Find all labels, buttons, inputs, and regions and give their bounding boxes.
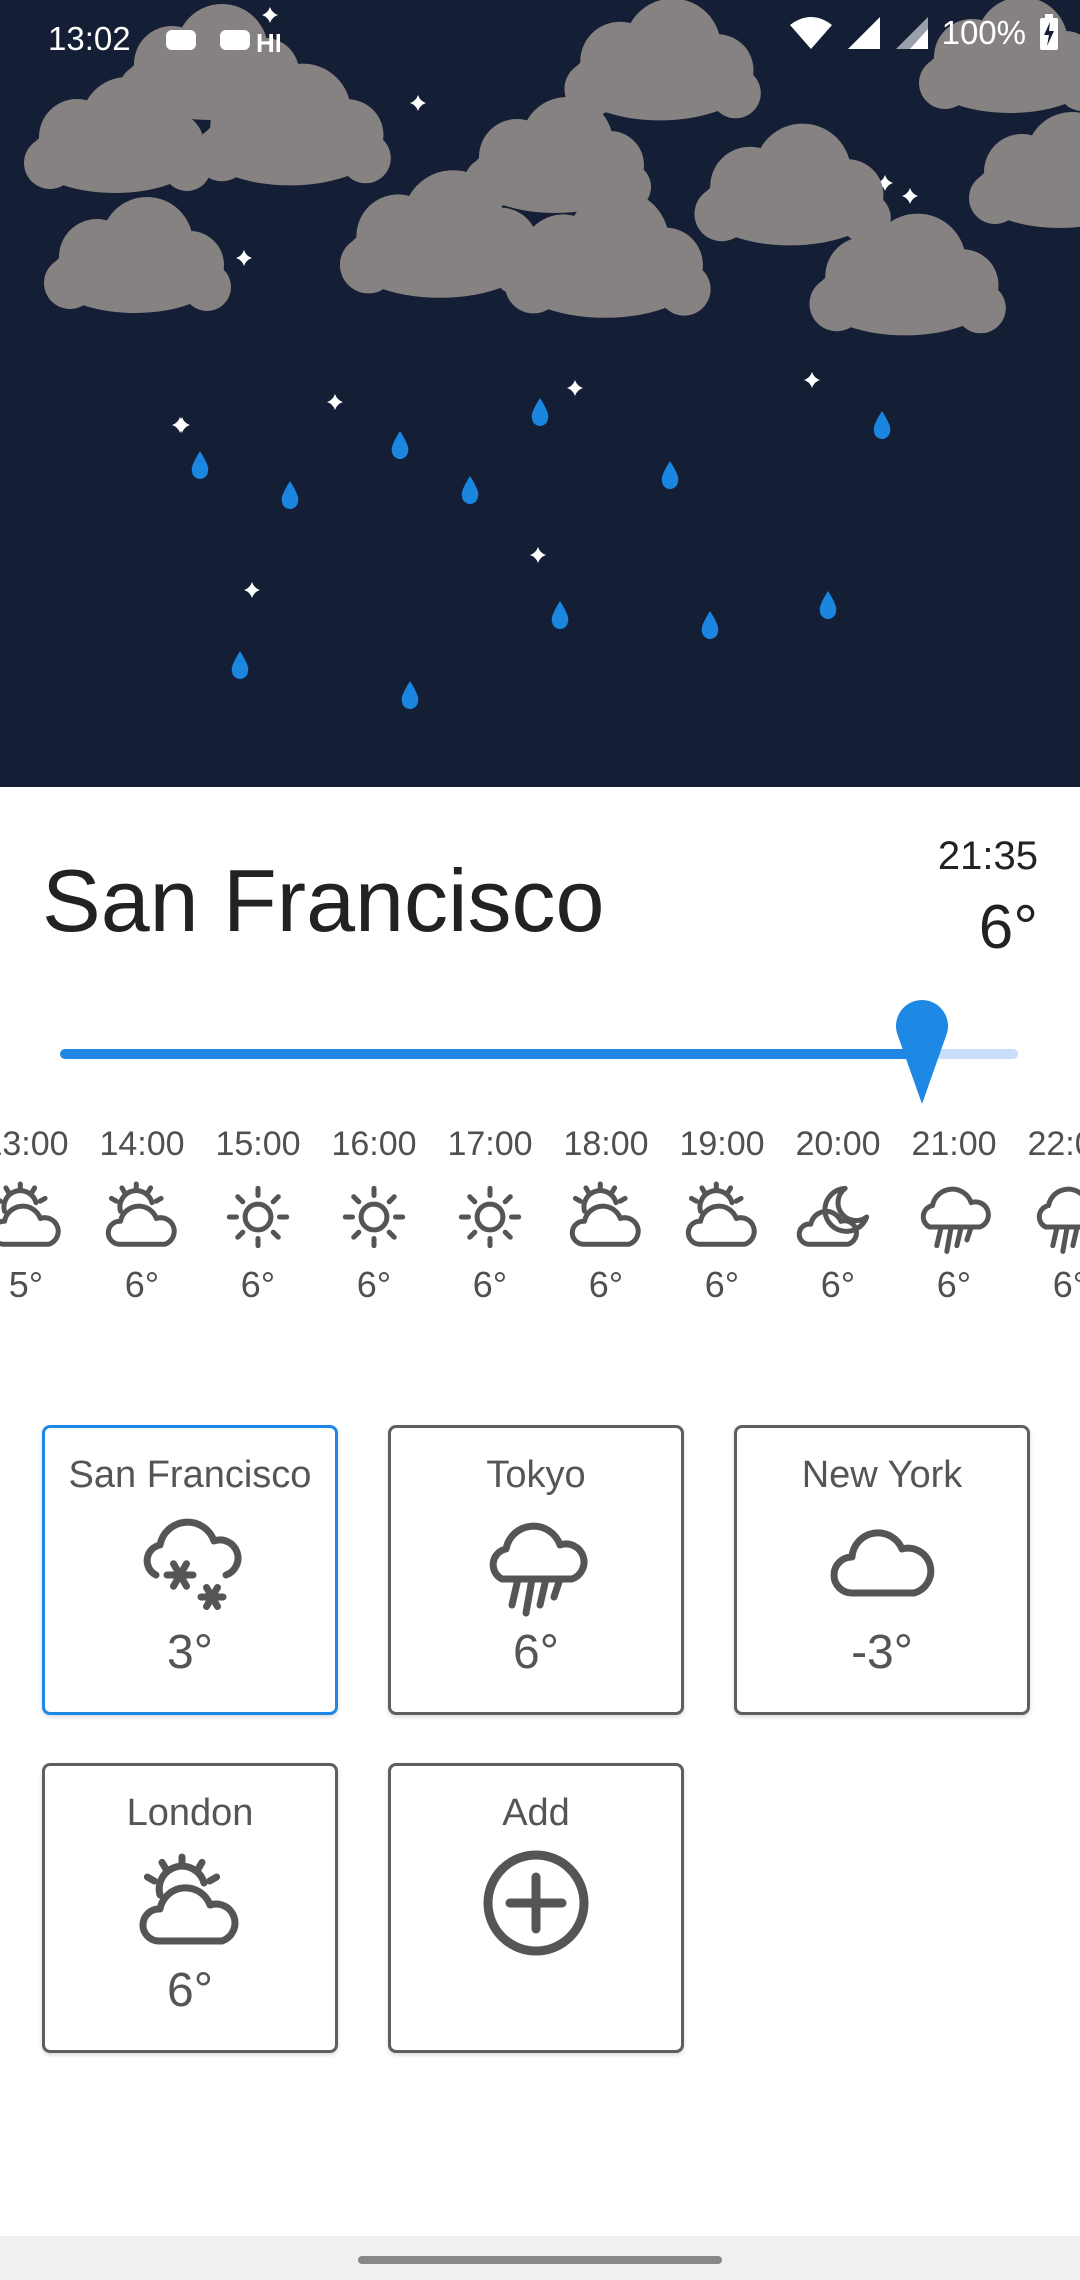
hour-temperature: 6° xyxy=(124,1264,160,1305)
cloud-icon xyxy=(830,1529,935,1597)
hour-label: 17:00 xyxy=(447,1125,533,1163)
city-card-new-york[interactable]: New York -3° xyxy=(734,1425,1030,1715)
sun-icon xyxy=(226,1185,290,1249)
hour-temperature: 5° xyxy=(8,1264,44,1305)
hour-item[interactable]: 21:00 6° xyxy=(896,1120,1012,1306)
signal-icon xyxy=(847,17,880,49)
status-time: 13:02 xyxy=(48,20,131,57)
partly-cloudy-sun-icon xyxy=(569,1181,641,1247)
city-card-tokyo[interactable]: Tokyo 6° xyxy=(388,1425,684,1715)
time-slider[interactable] xyxy=(60,1000,1020,1110)
svg-text:HP: HP xyxy=(256,28,280,58)
add-circle-icon xyxy=(483,1850,589,1956)
hour-item[interactable]: 13:00 5° xyxy=(0,1120,84,1306)
city-temperature: 6° xyxy=(167,1964,213,2017)
hour-label: 18:00 xyxy=(563,1125,649,1163)
hour-temperature: 6° xyxy=(356,1264,392,1305)
snow-cloud-icon xyxy=(143,1518,242,1611)
city-temperature: 6° xyxy=(513,1626,559,1679)
hour-item[interactable]: 16:00 6° xyxy=(316,1120,432,1306)
rain-cloud-icon xyxy=(920,1186,991,1254)
city-card-london[interactable]: London 6° xyxy=(42,1763,338,2053)
city-name: San Francisco xyxy=(68,1454,312,1496)
hour-label: 15:00 xyxy=(215,1125,301,1163)
city-name: Tokyo xyxy=(486,1454,586,1496)
hour-item[interactable]: 14:00 6° xyxy=(84,1120,200,1306)
current-temperature: 6° xyxy=(978,893,1038,962)
slider-progress xyxy=(60,1049,923,1059)
moon-cloud-icon xyxy=(796,1185,870,1247)
hour-label: 20:00 xyxy=(795,1125,881,1163)
hour-label: 21:00 xyxy=(911,1125,997,1163)
night-rain-illustration xyxy=(24,0,1080,709)
slider-thumb[interactable] xyxy=(894,1000,950,1110)
add-city-button[interactable]: Add xyxy=(388,1763,684,2053)
hourly-forecast[interactable]: 13:005°14:006°15:006°16:006°17:006°18:00… xyxy=(0,1120,1080,1320)
hour-label: 16:00 xyxy=(331,1125,417,1163)
weather-scene: 13:02 HP 100% xyxy=(0,0,1080,787)
hour-temperature: 6° xyxy=(240,1264,276,1305)
city-name: New York xyxy=(801,1454,963,1496)
city-name: London xyxy=(126,1792,254,1834)
hour-temperature: 6° xyxy=(1052,1264,1080,1305)
hour-item[interactable]: 15:00 6° xyxy=(200,1120,316,1306)
rain-cloud-icon xyxy=(1036,1186,1080,1254)
hour-temperature: 6° xyxy=(704,1264,740,1305)
partly-cloudy-sun-icon xyxy=(0,1181,61,1247)
hour-temperature: 6° xyxy=(588,1264,624,1305)
status-bar: 13:02 HP 100% xyxy=(0,0,1080,80)
battery-charging-icon xyxy=(1040,14,1058,50)
city-title: San Francisco xyxy=(42,851,605,950)
local-time: 21:35 xyxy=(937,834,1038,878)
sun-icon xyxy=(342,1185,406,1249)
partly-cloudy-sun-icon xyxy=(105,1181,177,1247)
hour-label: 22:00 xyxy=(1027,1125,1080,1163)
add-label: Add xyxy=(502,1792,570,1834)
partly-cloudy-sun-icon xyxy=(139,1853,239,1945)
wifi-icon xyxy=(789,17,832,49)
hour-temperature: 6° xyxy=(936,1264,972,1305)
rain-cloud-icon xyxy=(489,1522,588,1617)
hour-item[interactable]: 18:00 6° xyxy=(548,1120,664,1306)
city-card-san-francisco[interactable]: San Francisco 3° xyxy=(42,1425,338,1715)
hour-label: 14:00 xyxy=(99,1125,185,1163)
battery-level: 100% xyxy=(941,14,1026,51)
city-temperature: -3° xyxy=(851,1626,913,1679)
hour-item[interactable]: 22:00 6° xyxy=(1012,1120,1080,1306)
navigation-bar xyxy=(0,2236,1080,2280)
hour-item[interactable]: 17:00 6° xyxy=(432,1120,548,1306)
notification-icons: HP xyxy=(166,28,280,58)
partly-cloudy-sun-icon xyxy=(685,1181,757,1247)
hour-label: 19:00 xyxy=(679,1125,765,1163)
sun-icon xyxy=(458,1185,522,1249)
hour-temperature: 6° xyxy=(820,1264,856,1305)
home-gesture-handle[interactable] xyxy=(358,2256,722,2264)
hour-item[interactable]: 20:00 6° xyxy=(780,1120,896,1306)
hour-label: 13:00 xyxy=(0,1125,69,1163)
signal-icon-2 xyxy=(895,17,928,49)
hour-item[interactable]: 19:00 6° xyxy=(664,1120,780,1306)
city-temperature: 3° xyxy=(167,1626,213,1679)
hour-temperature: 6° xyxy=(472,1264,508,1305)
